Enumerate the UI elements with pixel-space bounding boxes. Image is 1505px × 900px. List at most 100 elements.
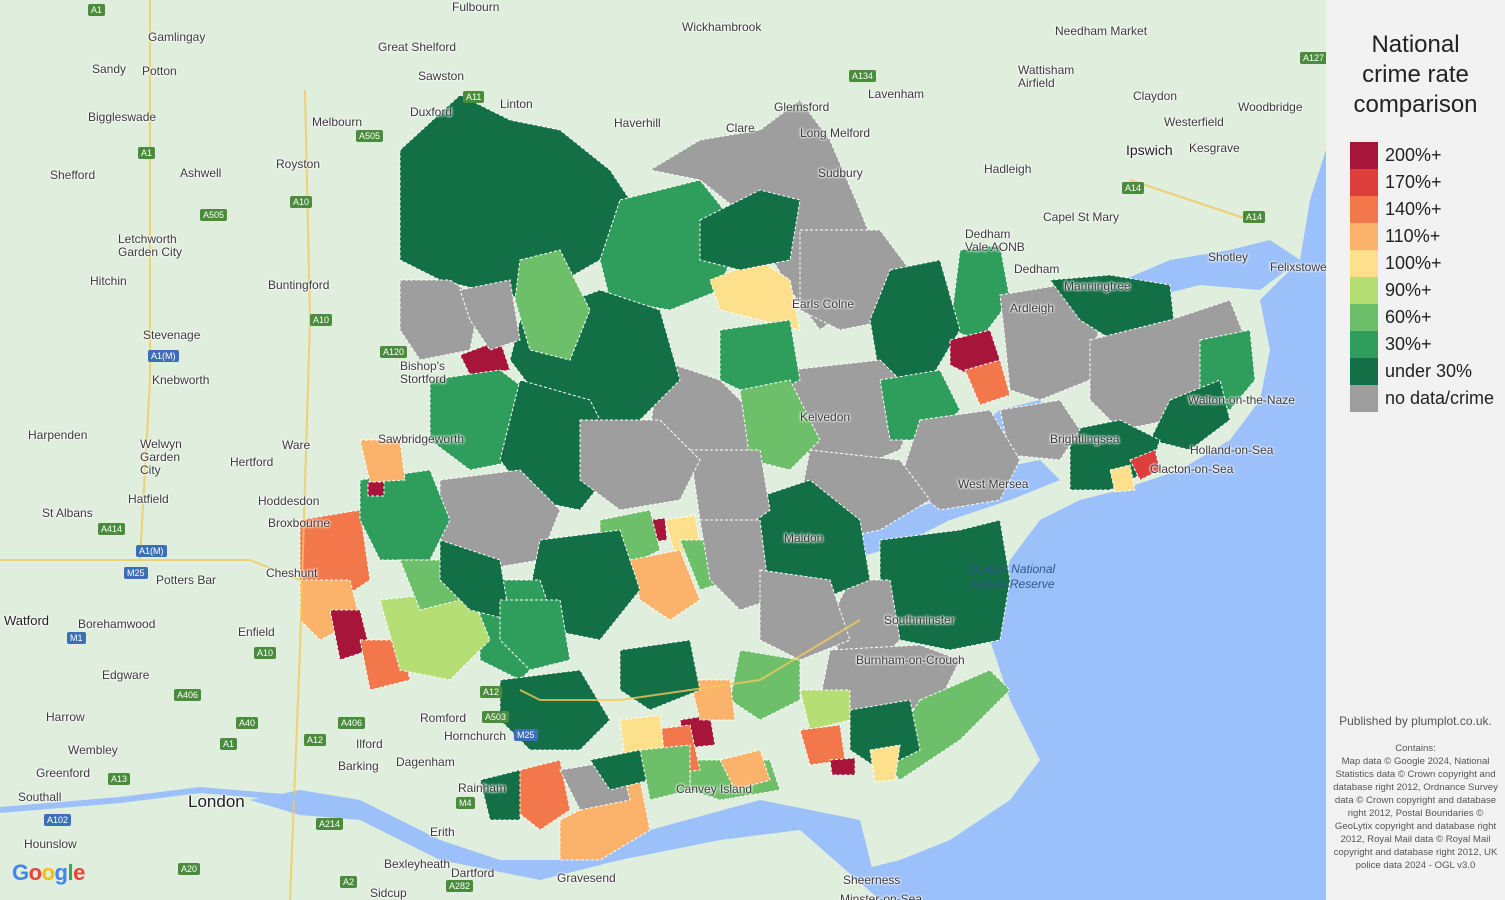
place-label: Dedham Vale AONB [965, 228, 1025, 254]
legend-item: 60%+ [1350, 304, 1494, 331]
region-shoebury[interactable] [870, 745, 900, 782]
region-epping-red[interactable] [368, 482, 384, 496]
legend-swatch [1350, 304, 1378, 331]
place-label: Hornchurch [444, 729, 506, 743]
legend-item: 30%+ [1350, 331, 1494, 358]
place-label: Dedham [1014, 262, 1059, 276]
road-shield: A10 [254, 647, 276, 659]
place-label: Great Shelford [378, 40, 456, 54]
place-label: Ipswich [1126, 142, 1173, 158]
place-label: Linton [500, 97, 533, 111]
place-label: Ilford [356, 737, 383, 751]
legend-swatch [1350, 169, 1378, 196]
publisher-credit: Published by plumplot.co.uk. [1326, 714, 1505, 728]
road-shield: A1 [220, 738, 237, 750]
legend-label: 30%+ [1385, 334, 1432, 355]
place-label: Stevenage [143, 328, 200, 342]
road-shield: A102 [44, 814, 71, 826]
road-shield: A40 [236, 717, 258, 729]
region-dedham[interactable] [950, 245, 1010, 340]
road-shield: M25 [124, 567, 148, 579]
road-shield: A11 [463, 91, 484, 103]
region-hockley[interactable] [800, 690, 850, 730]
place-label: Knebworth [152, 373, 209, 387]
region-billericay[interactable] [620, 640, 700, 710]
legend-item: 200%+ [1350, 142, 1494, 169]
road-shield: A1 [88, 4, 105, 16]
place-label: Clacton-on-Sea [1150, 462, 1233, 476]
place-label: Fulbourn [452, 0, 499, 14]
road-shield: A505 [200, 209, 227, 221]
place-label: Shefford [50, 168, 95, 182]
place-label: Wickhambrook [682, 20, 761, 34]
place-label: Cheshunt [266, 566, 317, 580]
region-southend-centre[interactable] [830, 758, 855, 775]
region-southend-west[interactable] [800, 725, 845, 765]
road-shield: A127 [1300, 52, 1326, 64]
legend-swatch [1350, 277, 1378, 304]
region-harlow-peach[interactable] [360, 440, 405, 482]
legend-swatch [1350, 223, 1378, 250]
map-area[interactable]: Fulbourn Wickhambrook Needham Market Gam… [0, 0, 1326, 900]
legend-label: 110%+ [1385, 226, 1440, 247]
place-label: Dartford [451, 866, 494, 880]
place-label: Hitchin [90, 274, 127, 288]
place-label: Borehamwood [78, 617, 155, 631]
place-label: Ardleigh [1010, 301, 1054, 315]
place-label: Duxford [410, 105, 452, 119]
place-label: Wattisham Airfield [1018, 64, 1080, 90]
legend-swatch [1350, 250, 1378, 277]
place-label: Capel St Mary [1043, 210, 1119, 224]
road-shield: A134 [849, 70, 876, 82]
place-label: Edgware [102, 668, 149, 682]
place-label: Earls Colne [792, 297, 854, 311]
place-label: Gravesend [557, 871, 616, 885]
place-label: Sheerness [843, 873, 900, 887]
road-shield: A14 [1243, 211, 1265, 223]
place-label: Canvey Island [676, 782, 752, 796]
place-label: Minster-on-Sea [840, 892, 922, 900]
legend-item: 100%+ [1350, 250, 1494, 277]
place-label: Sawbridgeworth [378, 432, 464, 446]
legend-item: 90%+ [1350, 277, 1494, 304]
place-label: Sandy [92, 62, 126, 76]
place-label: Hoddesdon [258, 494, 319, 508]
region-saffron-walden[interactable] [400, 95, 630, 300]
place-label: Bexleyheath [384, 857, 450, 871]
road-shield: A1(M) [136, 545, 167, 557]
place-label: Sudbury [818, 166, 863, 180]
place-label: Biggleswade [88, 110, 156, 124]
place-label: Potton [142, 64, 177, 78]
place-label: Claydon [1133, 89, 1177, 103]
place-label: Hatfield [128, 492, 169, 506]
legend-swatch [1350, 196, 1378, 223]
road-shield: A10 [310, 314, 332, 326]
region-rayleigh[interactable] [730, 650, 800, 720]
region-aveley[interactable] [480, 770, 520, 820]
place-label: Broxbourne [268, 516, 330, 530]
road-shield: A406 [174, 689, 201, 701]
legend-item: 140%+ [1350, 196, 1494, 223]
place-label: Letchworth Garden City [118, 233, 188, 259]
road-shield: A10 [290, 196, 312, 208]
place-label: Lavenham [868, 87, 924, 101]
place-label: Romford [420, 711, 466, 725]
legend-item: 110%+ [1350, 223, 1494, 250]
legend-swatch [1350, 142, 1378, 169]
legend-swatch [1350, 358, 1378, 385]
legend-item: under 30% [1350, 358, 1494, 385]
road-shield: A12 [480, 686, 502, 698]
place-label: Wembley [68, 743, 118, 757]
legend-item: no data/crime [1350, 385, 1494, 412]
place-label: Sawston [418, 69, 464, 83]
road-shield: M25 [514, 729, 538, 741]
place-label: Glemsford [774, 100, 829, 114]
legend-label: 90%+ [1385, 280, 1432, 301]
road-shield: A406 [338, 717, 365, 729]
place-label: Barking [338, 759, 379, 773]
place-label: Haverhill [614, 116, 661, 130]
road-shield: A505 [356, 130, 383, 142]
legend-item: 170%+ [1350, 169, 1494, 196]
place-label: Watford [4, 613, 49, 628]
place-label: Greenford [36, 766, 90, 780]
